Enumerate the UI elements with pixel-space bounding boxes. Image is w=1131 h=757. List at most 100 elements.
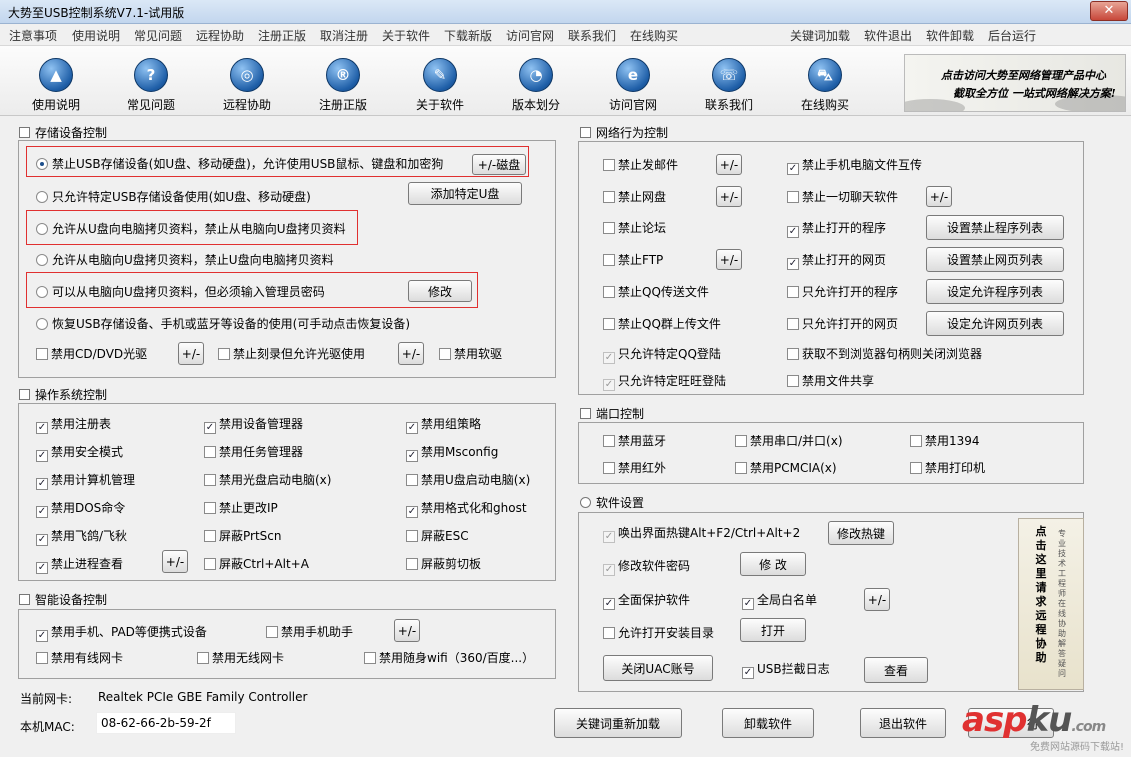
menu-item[interactable]: 后台运行	[988, 27, 1036, 44]
network-checkbox[interactable]: 禁止FTP	[603, 253, 663, 267]
network-list-button[interactable]: 设定允许网页列表	[926, 311, 1064, 336]
network-list-button[interactable]: 设置禁止程序列表	[926, 215, 1064, 240]
software-password-checkbox[interactable]: ✓修改软件密码	[603, 559, 690, 576]
os-checkbox[interactable]: 屏蔽ESC	[406, 529, 469, 543]
network-checkbox[interactable]: 只允许打开的程序	[787, 285, 898, 299]
os-checkbox[interactable]: ✓禁用注册表	[36, 417, 111, 434]
modify-password-button[interactable]: 修改	[408, 280, 472, 302]
menu-item[interactable]: 软件卸载	[926, 27, 974, 44]
add-specific-usb-button[interactable]: 添加特定U盘	[408, 182, 522, 205]
cd-dvd-checkbox[interactable]: 禁用CD/DVD光驱	[36, 347, 147, 361]
storage-option-usb-to-pc[interactable]: 允许从U盘向电脑拷贝资料，禁止从电脑向U盘拷贝资料	[36, 222, 346, 236]
install-dir-checkbox[interactable]: 允许打开安装目录	[603, 626, 714, 640]
network-list-button[interactable]: 设定允许程序列表	[926, 279, 1064, 304]
network-checkbox[interactable]: 禁止QQ传送文件	[603, 285, 709, 299]
toolbar-help-button[interactable]: ▲使用说明	[16, 58, 96, 114]
close-button[interactable]: ✕	[1090, 1, 1128, 21]
menu-item[interactable]: 注意事项	[9, 27, 57, 44]
open-install-dir-button[interactable]: 打开	[740, 618, 806, 642]
network-list-button[interactable]: 设置禁止网页列表	[926, 247, 1064, 272]
network-checkbox[interactable]: ✓禁止手机电脑文件互传	[787, 158, 922, 175]
toolbar-website-button[interactable]: e访问官网	[593, 58, 673, 114]
storage-option-pc-to-usb[interactable]: 允许从电脑向U盘拷贝资料，禁止U盘向电脑拷贝资料	[36, 253, 334, 267]
port-checkbox[interactable]: 禁用打印机	[910, 461, 985, 475]
port-checkbox[interactable]: 禁用PCMCIA(x)	[735, 461, 837, 475]
toolbar-buy-button[interactable]: ⛍在线购买	[785, 58, 865, 114]
burn-checkbox[interactable]: 禁止刻录但允许光驱使用	[218, 347, 365, 361]
menu-item[interactable]: 联系我们	[568, 27, 616, 44]
network-checkbox[interactable]: 禁止论坛	[603, 221, 666, 235]
menu-item[interactable]: 注册正版	[258, 27, 306, 44]
network-plus-minus-button[interactable]: +/-	[716, 154, 742, 175]
menu-item[interactable]: 使用说明	[72, 27, 120, 44]
floppy-checkbox[interactable]: 禁用软驱	[439, 347, 502, 361]
menu-item[interactable]: 在线购买	[630, 27, 678, 44]
os-checkbox[interactable]: ✓禁用格式化和ghost	[406, 501, 527, 518]
storage-option-specific-usb[interactable]: 只允许特定USB存储设备使用(如U盘、移动硬盘)	[36, 190, 311, 204]
toolbar-faq-button[interactable]: ?常见问题	[111, 58, 191, 114]
menu-item[interactable]: 远程协助	[196, 27, 244, 44]
port-checkbox[interactable]: 禁用1394	[910, 434, 980, 448]
os-checkbox[interactable]: 屏蔽Ctrl+Alt+A	[204, 557, 309, 571]
phone-helper-checkbox[interactable]: 禁用手机助手	[266, 625, 353, 639]
process-plus-minus-button[interactable]: +/-	[162, 550, 188, 573]
exit-button[interactable]: 退出软件	[860, 708, 946, 738]
modify-hotkey-button[interactable]: 修改热键	[828, 521, 894, 545]
port-checkbox[interactable]: 禁用红外	[603, 461, 666, 475]
chat-plus-minus-button[interactable]: +/-	[926, 186, 952, 207]
toolbar-remote-button[interactable]: ◎远程协助	[207, 58, 287, 114]
reload-keywords-button[interactable]: 关键词重新加载	[554, 708, 682, 738]
os-checkbox[interactable]: 禁用U盘启动电脑(x)	[406, 473, 530, 487]
network-checkbox[interactable]: 禁止发邮件	[603, 158, 678, 172]
os-checkbox[interactable]: 屏蔽PrtScn	[204, 529, 282, 543]
network-plus-minus-button[interactable]: +/-	[716, 249, 742, 270]
storage-option-password[interactable]: 可以从电脑向U盘拷贝资料，但必须输入管理员密码	[36, 285, 325, 299]
os-checkbox[interactable]: ✓禁用设备管理器	[204, 417, 303, 434]
os-checkbox[interactable]: 屏蔽剪切板	[406, 557, 481, 571]
hotkey-checkbox[interactable]: ✓唤出界面热键Alt+F2/Ctrl+Alt+2	[603, 526, 800, 543]
menu-item[interactable]: 常见问题	[134, 27, 182, 44]
os-checkbox[interactable]: ✓禁用DOS命令	[36, 501, 125, 518]
storage-option-restore[interactable]: 恢复USB存储设备、手机或蓝牙等设备的使用(可手动点击恢复设备)	[36, 317, 410, 331]
os-checkbox[interactable]: 禁止更改IP	[204, 501, 278, 515]
os-checkbox[interactable]: ✓禁用组策略	[406, 417, 481, 434]
disk-plus-minus-button[interactable]: +/-磁盘	[472, 154, 526, 175]
portable-wifi-checkbox[interactable]: 禁用随身wifi（360/百度...）	[364, 651, 534, 665]
whitelist-plus-minus-button[interactable]: +/-	[864, 588, 890, 611]
menu-item[interactable]: 关于软件	[382, 27, 430, 44]
phone-checkbox[interactable]: ✓禁用手机、PAD等便携式设备	[36, 625, 207, 642]
global-whitelist-checkbox[interactable]: ✓全局白名单	[742, 593, 817, 610]
os-checkbox[interactable]: ✓禁止进程查看	[36, 557, 123, 574]
network-checkbox[interactable]: 只允许打开的网页	[787, 317, 898, 331]
toolbar-contact-button[interactable]: ☏联系我们	[689, 58, 769, 114]
menu-item[interactable]: 访问官网	[506, 27, 554, 44]
os-checkbox[interactable]: ✓禁用Msconfig	[406, 445, 498, 462]
wireless-nic-checkbox[interactable]: 禁用无线网卡	[197, 651, 284, 665]
close-uac-button[interactable]: 关闭UAC账号	[603, 655, 713, 681]
network-checkbox[interactable]: ✓禁止打开的程序	[787, 221, 886, 238]
port-checkbox[interactable]: 禁用蓝牙	[603, 434, 666, 448]
toolbar-register-button[interactable]: ®注册正版	[303, 58, 383, 114]
view-log-button[interactable]: 查看	[864, 657, 928, 683]
os-checkbox[interactable]: 禁用光盘启动电脑(x)	[204, 473, 331, 487]
network-plus-minus-button[interactable]: +/-	[716, 186, 742, 207]
network-checkbox[interactable]: ✓禁止打开的网页	[787, 253, 886, 270]
os-checkbox[interactable]: 禁用任务管理器	[204, 445, 303, 459]
smart-plus-minus-button[interactable]: +/-	[394, 619, 420, 642]
toolbar-about-button[interactable]: ✎关于软件	[400, 58, 480, 114]
os-checkbox[interactable]: ✓禁用计算机管理	[36, 473, 135, 490]
menu-item[interactable]: 关键词加载	[790, 27, 850, 44]
os-checkbox[interactable]: ✓禁用飞鸽/飞秋	[36, 529, 127, 546]
port-checkbox[interactable]: 禁用串口/并口(x)	[735, 434, 843, 448]
storage-option-block-usb[interactable]: 禁止USB存储设备(如U盘、移动硬盘)，允许使用USB鼠标、键盘和加密狗	[36, 157, 443, 171]
cd-plus-minus-button[interactable]: +/-	[178, 342, 204, 365]
usb-log-checkbox[interactable]: ✓USB拦截日志	[742, 662, 830, 679]
menu-item[interactable]: 下载新版	[444, 27, 492, 44]
wired-nic-checkbox[interactable]: 禁用有线网卡	[36, 651, 123, 665]
toolbar-version-button[interactable]: ◔版本划分	[496, 58, 576, 114]
menu-item[interactable]: 软件退出	[864, 27, 912, 44]
network-checkbox[interactable]: ✓只允许特定QQ登陆	[603, 347, 721, 364]
burn-plus-minus-button[interactable]: +/-	[398, 342, 424, 365]
network-checkbox[interactable]: 禁止一切聊天软件	[787, 190, 898, 204]
os-checkbox[interactable]: ✓禁用安全模式	[36, 445, 123, 462]
